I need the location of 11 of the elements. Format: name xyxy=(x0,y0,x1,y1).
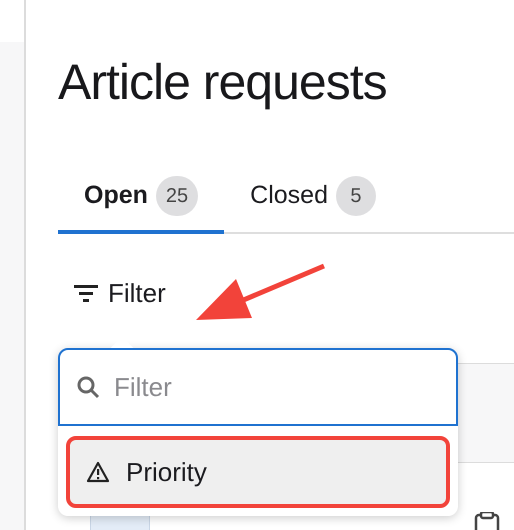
filter-option[interactable]: Priority xyxy=(66,436,450,508)
filter-icon xyxy=(74,284,98,302)
filter-button[interactable]: Filter xyxy=(74,274,166,313)
warning-icon xyxy=(86,461,110,483)
count-badge: 25 xyxy=(156,176,198,216)
page-title: Article requests xyxy=(58,53,388,112)
tab[interactable]: Closed 5 xyxy=(224,176,402,234)
search-icon xyxy=(76,375,100,399)
count-badge: 5 xyxy=(336,176,376,216)
tab[interactable]: Open 25 xyxy=(58,176,224,234)
filter-search-field[interactable]: Filter xyxy=(58,348,458,426)
